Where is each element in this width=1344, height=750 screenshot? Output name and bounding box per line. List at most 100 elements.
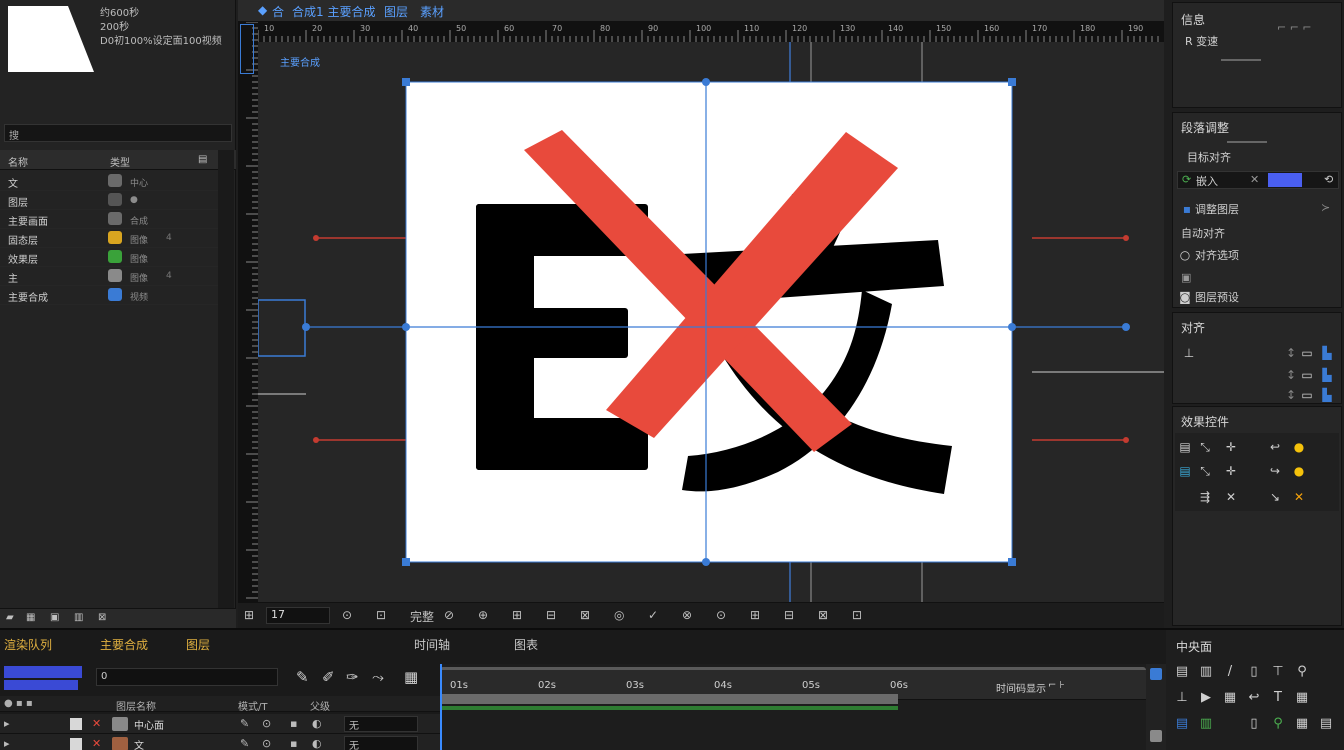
char-icon-12[interactable]: ▦ (1294, 690, 1310, 706)
project-item[interactable]: 效果层 图像 (0, 248, 218, 267)
tab-main-comp[interactable]: 主要合成 (100, 636, 148, 653)
layer-row-1[interactable]: ▸ ✕ 中心面 ✎ ⊙ ▪ ◐ 无 (0, 714, 440, 734)
char-icon-7[interactable]: ⊥ (1174, 690, 1190, 706)
char-icon-1[interactable]: ▤ (1174, 664, 1190, 680)
new-comp-icon[interactable]: ▦ (26, 612, 35, 623)
viewer-toolbar-item[interactable]: ⊕ (478, 608, 488, 622)
color-depth-icon[interactable]: ▥ (74, 612, 83, 623)
adjust-expand-icon[interactable]: ≻ (1321, 201, 1330, 214)
char-icon-11[interactable]: T (1270, 690, 1286, 706)
delete-icon[interactable]: ⊠ (98, 612, 106, 623)
pen-tool-icon[interactable]: ✎ (296, 668, 309, 686)
char-icon-8[interactable]: ▶ (1198, 690, 1214, 706)
timeline-scroll-down-icon[interactable] (1150, 730, 1162, 742)
layer-1-blend-icon[interactable]: ▪ (290, 717, 297, 730)
distribute-icon-8[interactable]: ▭ (1301, 389, 1313, 401)
project-item[interactable]: 主要合成 视频 (0, 286, 218, 305)
project-scrollbar[interactable] (218, 150, 234, 610)
char-icon-10[interactable]: ↩ (1246, 690, 1262, 706)
stage-canvas[interactable] (258, 42, 1164, 602)
char-icon-4[interactable]: ▯ (1246, 664, 1262, 680)
layer-1-parent-dropdown[interactable]: 无 (344, 716, 418, 732)
viewer-toolbar-item[interactable]: ⊠ (580, 608, 590, 622)
layer-preset-icon[interactable]: ◙ (1179, 291, 1191, 303)
timeline-search-input[interactable]: 0 (96, 668, 278, 686)
viewer-toolbar-item[interactable]: ⊡ (376, 608, 386, 622)
embed-row[interactable]: ⟳ 嵌入 ✕ ⟲ (1177, 171, 1339, 189)
project-item[interactable]: 固态层 图像 4 (0, 229, 218, 248)
ruler-vertical[interactable] (238, 21, 258, 602)
viewer-toolbar-item[interactable]: ⊡ (852, 608, 862, 622)
effect-row3-icon1[interactable]: ⇶ (1199, 491, 1211, 503)
effect-row3-icon2[interactable]: ✕ (1225, 491, 1237, 503)
viewer-toolbar-item[interactable]: ⊘ (444, 608, 454, 622)
settings-icon[interactable]: ▣ (50, 612, 59, 623)
timeline-zoom-icon[interactable]: ⌐ ⊦ (1048, 680, 1065, 691)
timeline-scrollbar[interactable] (1146, 664, 1166, 750)
distribute-icon-2[interactable]: ▭ (1301, 347, 1313, 359)
effect-row2-icon4[interactable]: ↪ (1269, 465, 1281, 477)
motion-blur-icon[interactable]: ✑ (346, 668, 359, 686)
char-icon-3[interactable]: / (1222, 664, 1238, 680)
char-icon-15[interactable]: ▯ (1246, 716, 1262, 732)
layer-2-parent-pick[interactable]: ◐ (312, 737, 322, 750)
viewer-toolbar-item[interactable]: ⊟ (546, 608, 556, 622)
ruler-origin[interactable] (240, 24, 254, 74)
viewer-toolbar-item[interactable]: ⊗ (682, 608, 692, 622)
layer-1-link-icon[interactable]: ⊙ (262, 717, 271, 730)
col-parent[interactable]: 父级 (310, 698, 330, 713)
tab-render-queue[interactable]: 渲染队列 (4, 636, 52, 653)
tab-timeline-layer[interactable]: 图层 (186, 636, 210, 653)
tab-footage[interactable]: 素材 (420, 3, 444, 20)
viewer-toolbar-item[interactable]: ⊙ (716, 608, 726, 622)
layer-2-name[interactable]: 文 (134, 737, 144, 750)
layer-2-blend-icon[interactable]: ▪ (290, 737, 297, 750)
align-left-icon[interactable]: ⊥ (1183, 347, 1195, 359)
viewer-toolbar-item[interactable]: 完整 (410, 608, 434, 625)
layer-1-pen-icon[interactable]: ✎ (240, 717, 249, 730)
char-icon-16[interactable]: ⚲ (1270, 716, 1286, 732)
effect-row2-icon5[interactable]: ● (1293, 465, 1305, 477)
layer-2-color-swatch[interactable] (70, 738, 82, 750)
timecode-display[interactable] (4, 664, 84, 692)
distribute-icon-9[interactable]: ▙ (1321, 389, 1333, 401)
effect-row2-icon3[interactable]: ✛ (1225, 465, 1237, 477)
viewer-toolbar-item[interactable]: ⊙ (342, 608, 352, 622)
effect-row2-icon1[interactable]: ▤ (1179, 465, 1191, 477)
project-search-input[interactable]: 搜 (4, 124, 232, 142)
layer-2-link-icon[interactable]: ⊙ (262, 737, 271, 750)
layer-duration-bar-2[interactable] (440, 706, 898, 710)
char-icon-6[interactable]: ⚲ (1294, 664, 1310, 680)
tab-track-graph[interactable]: 图表 (514, 636, 538, 653)
tab-track-timeline[interactable]: 时间轴 (414, 636, 450, 653)
distribute-icon-6[interactable]: ▙ (1321, 369, 1333, 381)
layer-1-parent-pick[interactable]: ◐ (312, 717, 322, 730)
embed-reset-icon[interactable]: ⟲ (1324, 173, 1333, 186)
layer-2-pen-icon[interactable]: ✎ (240, 737, 249, 750)
distribute-icon-1[interactable]: ↕ (1285, 347, 1297, 359)
distribute-icon-4[interactable]: ↕ (1285, 369, 1297, 381)
playhead[interactable] (440, 664, 442, 750)
effect-row1-icon4[interactable]: ↩ (1269, 441, 1281, 453)
effect-row1-icon2[interactable]: ⤡ (1199, 441, 1211, 453)
embed-close-icon[interactable]: ✕ (1250, 173, 1259, 186)
viewer-toolbar-item[interactable]: ◎ (614, 608, 624, 622)
tab-composition[interactable]: 合成1 主要合成 (292, 3, 375, 20)
ruler-horizontal[interactable]: 10 20 30 40 50 60 70 80 90 100 110 120 130 140 150 160 1… (257, 22, 1191, 42)
timeline-scroll-up-icon[interactable] (1150, 668, 1162, 680)
project-item[interactable]: 主 图像 4 (0, 267, 218, 286)
viewer-toolbar-item[interactable]: ⊠ (818, 608, 828, 622)
project-item[interactable]: 图层 ● (0, 191, 218, 210)
frame-blend-icon[interactable]: ▦ (404, 668, 418, 686)
always-preview-icon[interactable]: ⊞ (244, 608, 254, 622)
effect-row1-icon1[interactable]: ▤ (1179, 441, 1191, 453)
char-icon-2[interactable]: ▥ (1198, 664, 1214, 680)
distribute-icon-3[interactable]: ▙ (1321, 347, 1333, 359)
column-menu-icon[interactable]: ▤ (198, 154, 207, 165)
viewer-toolbar-item[interactable]: ⊞ (750, 608, 760, 622)
distribute-icon-7[interactable]: ↕ (1285, 389, 1297, 401)
char-icon-18[interactable]: ▤ (1318, 716, 1334, 732)
layer-row-2[interactable]: ▸ ✕ 文 ✎ ⊙ ▪ ◐ 无 (0, 734, 440, 750)
viewer-toolbar-item[interactable]: ✓ (648, 608, 658, 622)
embed-color-swatch[interactable] (1268, 173, 1302, 187)
